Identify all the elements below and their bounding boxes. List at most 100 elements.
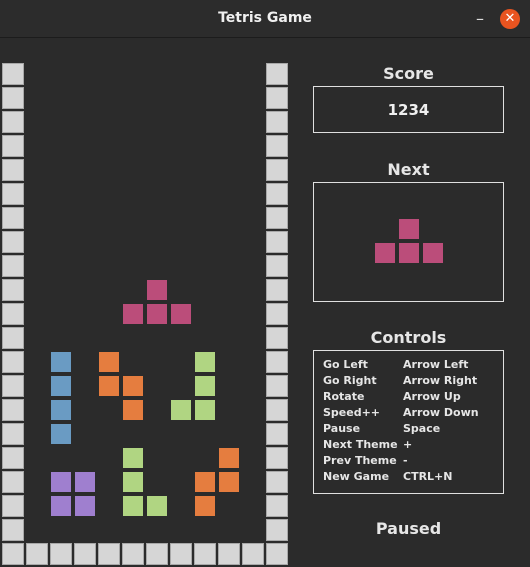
tetromino-block [74, 495, 96, 517]
wall-cell [2, 87, 24, 109]
control-key: - [403, 454, 408, 467]
wall-cell [218, 543, 240, 565]
wall-cell [2, 495, 24, 517]
control-action: Pause [323, 422, 361, 435]
game-board[interactable] [0, 38, 292, 567]
wall-cell [74, 543, 96, 565]
wall-cell [266, 183, 288, 205]
score-value: 1234 [387, 100, 430, 119]
game-status: Paused [375, 519, 442, 538]
tetromino-block [98, 351, 120, 373]
wall-cell [2, 255, 24, 277]
wall-cell [2, 447, 24, 469]
wall-cell [2, 399, 24, 421]
control-key: Arrow Right [403, 374, 478, 387]
wall-cell [146, 543, 168, 565]
wall-cell [266, 87, 288, 109]
wall-cell [266, 351, 288, 373]
wall-cell [266, 471, 288, 493]
control-key: Space [403, 422, 441, 435]
wall-cell [266, 279, 288, 301]
tetromino-block [146, 279, 168, 301]
next-piece-block [374, 242, 396, 264]
control-key: + [403, 438, 413, 451]
wall-cell [2, 423, 24, 445]
tetromino-block [122, 399, 144, 421]
controls-box: Go Left Arrow Left Go Right Arrow Right Rota… [313, 350, 504, 494]
control-action: Rotate [323, 390, 365, 403]
wall-cell [2, 135, 24, 157]
tetromino-block [194, 351, 216, 373]
wall-cell [2, 375, 24, 397]
wall-cell [266, 135, 288, 157]
tetromino-block [122, 471, 144, 493]
wall-cell [266, 63, 288, 85]
control-key: Arrow Left [403, 358, 469, 371]
control-action: Speed++ [323, 406, 381, 419]
wall-cell [2, 207, 24, 229]
next-piece-block [398, 218, 420, 240]
score-box: 1234 [313, 86, 504, 133]
wall-cell [266, 447, 288, 469]
wall-cell [2, 327, 24, 349]
control-action: Next Theme [323, 438, 398, 451]
wall-cell [50, 543, 72, 565]
control-action: Prev Theme [323, 454, 397, 467]
tetromino-block [146, 495, 168, 517]
next-piece-block [398, 242, 420, 264]
minimize-icon[interactable]: – [470, 9, 490, 29]
wall-cell [194, 543, 216, 565]
wall-cell [2, 543, 24, 565]
wall-cell [2, 111, 24, 133]
controls-label: Controls [370, 328, 447, 347]
tetromino-block [194, 495, 216, 517]
tetromino-block [194, 375, 216, 397]
wall-cell [266, 207, 288, 229]
wall-cell [2, 351, 24, 373]
tetromino-block [218, 471, 240, 493]
wall-cell [266, 423, 288, 445]
close-icon[interactable]: ✕ [500, 9, 520, 29]
wall-cell [2, 279, 24, 301]
tetromino-block [50, 399, 72, 421]
wall-cell [266, 159, 288, 181]
wall-cell [2, 303, 24, 325]
tetromino-block [122, 303, 144, 325]
wall-cell [122, 543, 144, 565]
next-piece-box [313, 182, 504, 302]
wall-cell [266, 111, 288, 133]
next-label: Next [387, 160, 430, 179]
tetromino-block [50, 351, 72, 373]
wall-cell [266, 399, 288, 421]
tetromino-block [50, 471, 72, 493]
tetromino-block [194, 399, 216, 421]
next-piece-block [422, 242, 444, 264]
wall-cell [2, 159, 24, 181]
tetromino-block [50, 375, 72, 397]
tetromino-block [98, 375, 120, 397]
control-key: Arrow Up [403, 390, 461, 403]
tetromino-block [218, 447, 240, 469]
tetromino-block [74, 471, 96, 493]
wall-cell [2, 63, 24, 85]
tetromino-block [122, 447, 144, 469]
wall-cell [266, 543, 288, 565]
control-action: Go Left [323, 358, 368, 371]
wall-cell [98, 543, 120, 565]
wall-cell [266, 519, 288, 541]
wall-cell [242, 543, 264, 565]
wall-cell [170, 543, 192, 565]
window-title: Tetris Game [218, 10, 312, 26]
control-key: CTRL+N [403, 470, 453, 483]
control-action: Go Right [323, 374, 377, 387]
wall-cell [266, 495, 288, 517]
wall-cell [2, 231, 24, 253]
tetromino-block [146, 303, 168, 325]
wall-cell [2, 519, 24, 541]
tetromino-block [122, 375, 144, 397]
tetromino-block [170, 399, 192, 421]
tetromino-block [194, 471, 216, 493]
wall-cell [26, 543, 48, 565]
wall-cell [266, 255, 288, 277]
score-label: Score [383, 64, 434, 83]
